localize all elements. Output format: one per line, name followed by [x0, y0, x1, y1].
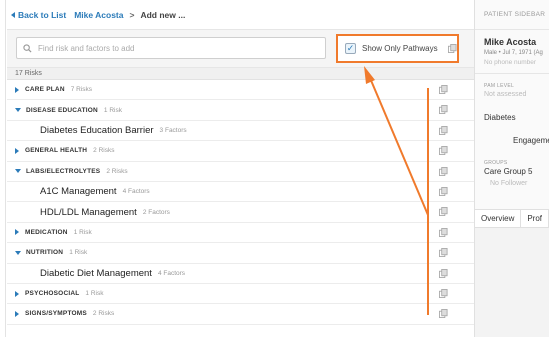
show-only-pathways-toggle[interactable]: ✓ Show Only Pathways — [336, 34, 459, 63]
risk-name: HDL/LDL Management — [40, 206, 137, 218]
app-window: Back to List Mike Acosta > Add new ... ✓… — [0, 0, 549, 337]
search-toolbar: ✓ Show Only Pathways — [7, 30, 474, 68]
copy-icon[interactable] — [439, 309, 448, 319]
copy-icon[interactable] — [439, 146, 448, 156]
factor-count: 3 Factors — [159, 126, 187, 134]
risk-category-row[interactable]: MEDICATION 1 Risk — [7, 223, 474, 244]
copy-icon[interactable] — [439, 166, 448, 176]
chevron-left-icon — [11, 11, 15, 18]
risk-category-row[interactable]: PSYCHOSOCIAL 1 Risk — [7, 284, 474, 305]
search-icon — [23, 43, 32, 53]
caret-down-icon[interactable] — [15, 169, 21, 174]
risk-item-row[interactable]: Diabetes Education Barrier 3 Factors — [7, 121, 474, 142]
risk-category-row[interactable]: SIGNS/SYMPTOMS 2 Risks — [7, 304, 474, 325]
sidebar-content-area — [475, 228, 549, 337]
copy-icon[interactable] — [439, 125, 448, 135]
category-count: 1 Risk — [69, 249, 88, 257]
category-count: 7 Risks — [70, 86, 93, 94]
copy-icon[interactable] — [439, 186, 448, 196]
breadcrumb-separator: > — [129, 9, 135, 20]
back-to-list-label: Back to List — [18, 9, 67, 20]
risk-count: 17 Risks — [7, 68, 474, 80]
engagement-button[interactable]: Engageme — [484, 136, 549, 145]
copy-icon[interactable] — [447, 44, 457, 53]
risk-category-row[interactable]: DISEASE EDUCATION 1 Risk — [7, 100, 474, 121]
category-count: 1 Risk — [103, 106, 122, 114]
patient-phone: No phone number — [484, 59, 537, 66]
risk-item-row[interactable]: Diabetic Diet Management 4 Factors — [7, 264, 474, 284]
search-input[interactable] — [38, 43, 298, 53]
category-name: LABS/ELECTROLYTES — [26, 167, 101, 175]
tab-profile[interactable]: Prof — [521, 210, 549, 227]
sidebar-title: PATIENT SIDEBAR — [475, 0, 549, 30]
pam-level-value: Not assessed — [484, 91, 527, 98]
category-count: 2 Risks — [93, 147, 115, 155]
category-name: DISEASE EDUCATION — [26, 106, 98, 114]
caret-down-icon[interactable] — [15, 250, 21, 255]
pam-level-label: PAM LEVEL — [484, 83, 515, 89]
category-name: GENERAL HEALTH — [25, 147, 88, 155]
caret-right-icon[interactable] — [15, 229, 19, 236]
copy-icon[interactable] — [439, 248, 448, 258]
risk-category-row[interactable]: NUTRITION 1 Risk — [7, 243, 474, 264]
care-group: Care Group 5 — [484, 167, 533, 176]
copy-icon[interactable] — [439, 268, 448, 278]
caret-right-icon[interactable] — [15, 86, 19, 93]
breadcrumb-patient-link[interactable]: Mike Acosta — [74, 10, 123, 20]
risk-category-row[interactable]: CARE PLAN 7 Risks — [7, 80, 474, 101]
category-count: 1 Risk — [85, 290, 104, 298]
breadcrumb: Back to List Mike Acosta > Add new ... — [7, 0, 474, 30]
factor-count: 4 Factors — [122, 188, 150, 196]
copy-icon[interactable] — [439, 105, 448, 115]
copy-icon[interactable] — [439, 227, 448, 237]
category-count: 2 Risks — [106, 167, 128, 175]
risk-item-row[interactable]: A1C Management 4 Factors — [7, 182, 474, 203]
pathways-checkbox[interactable]: ✓ — [345, 43, 356, 54]
caret-down-icon[interactable] — [15, 108, 21, 113]
risk-name: A1C Management — [40, 186, 117, 198]
category-name: PSYCHOSOCIAL — [25, 290, 80, 298]
caret-right-icon[interactable] — [15, 290, 19, 297]
groups-label: GROUPS — [484, 160, 508, 166]
factor-count: 2 Factors — [142, 208, 170, 216]
risk-list: CARE PLAN 7 Risks DISEASE EDUCATION 1 Risk D… — [7, 80, 474, 325]
category-name: MEDICATION — [25, 228, 68, 236]
risk-category-row[interactable]: LABS/ELECTROLYTES 2 Risks — [7, 162, 474, 182]
category-count: 2 Risks — [92, 310, 115, 318]
copy-icon[interactable] — [439, 288, 448, 298]
risk-picker-panel: Back to List Mike Acosta > Add new ... ✓… — [7, 0, 474, 337]
copy-icon[interactable] — [439, 207, 448, 217]
category-name: SIGNS/SYMPTOMS — [25, 310, 87, 318]
risk-name: Diabetes Education Barrier — [40, 124, 154, 136]
risk-item-row[interactable]: HDL/LDL Management 2 Factors — [7, 202, 474, 223]
caret-right-icon[interactable] — [15, 147, 19, 154]
category-name: NUTRITION — [26, 249, 64, 257]
patient-sidebar: PATIENT SIDEBAR Mike Acosta Male • Jul 7… — [474, 0, 549, 337]
category-name: CARE PLAN — [25, 86, 65, 94]
follower: No Follower — [490, 180, 528, 187]
diagnosis: Diabetes — [484, 113, 516, 122]
risk-category-row[interactable]: GENERAL HEALTH 2 Risks — [7, 141, 474, 162]
left-nav-edge — [0, 0, 6, 337]
copy-icon[interactable] — [439, 85, 448, 94]
back-to-list-link[interactable]: Back to List — [11, 10, 66, 20]
patient-details: Male • Jul 7, 1971 (Ag — [484, 50, 543, 56]
patient-name: Mike Acosta — [484, 37, 537, 47]
search-box[interactable] — [16, 37, 326, 59]
sidebar-tabs: Overview Prof — [475, 209, 549, 228]
caret-right-icon[interactable] — [15, 310, 19, 317]
pathways-label: Show Only Pathways — [362, 44, 438, 53]
risk-name: Diabetic Diet Management — [40, 267, 152, 279]
breadcrumb-current: Add new ... — [140, 9, 186, 20]
category-count: 1 Risk — [73, 228, 92, 236]
factor-count: 4 Factors — [157, 269, 186, 277]
tab-overview[interactable]: Overview — [475, 210, 522, 227]
